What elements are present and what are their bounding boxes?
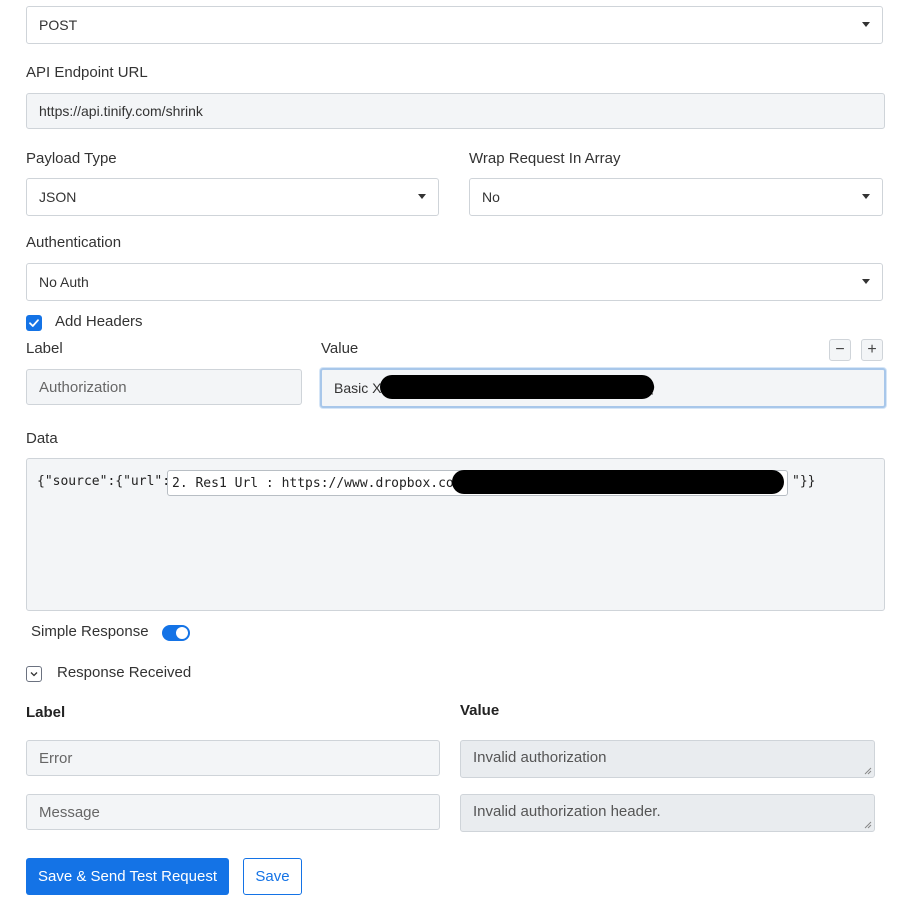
headers-value-column: Value — [321, 340, 359, 357]
plus-icon: + — [867, 341, 877, 358]
response-value-text: Invalid authorization — [473, 748, 607, 766]
wrap-request-label: Wrap Request In Array — [469, 150, 621, 167]
minus-icon: − — [835, 341, 845, 358]
redaction-mark — [452, 470, 784, 494]
response-label-input[interactable]: Message — [26, 794, 440, 830]
authentication-label: Authentication — [26, 234, 122, 251]
endpoint-input[interactable]: https://api.tinify.com/shrink — [26, 93, 885, 129]
response-value-text: Invalid authorization header. — [473, 802, 661, 820]
authentication-value: No Auth — [39, 274, 89, 290]
response-received-toggle[interactable] — [26, 666, 42, 682]
add-headers-label: Add Headers — [55, 313, 143, 330]
response-value-field[interactable]: Invalid authorization header. — [460, 794, 875, 832]
response-value-field[interactable]: Invalid authorization — [460, 740, 875, 778]
chevron-down-icon — [30, 672, 38, 677]
resize-handle-icon — [864, 821, 872, 829]
response-label-input[interactable]: Error — [26, 740, 440, 776]
toggle-knob — [176, 627, 188, 639]
response-value-column: Value — [460, 702, 500, 719]
response-label-column: Label — [26, 704, 66, 721]
payload-type-label: Payload Type — [26, 150, 117, 167]
endpoint-input-value: https://api.tinify.com/shrink — [39, 103, 203, 119]
header-label-value: Authorization — [39, 378, 127, 396]
wrap-request-select[interactable]: No — [469, 178, 883, 216]
payload-type-value: JSON — [39, 189, 77, 205]
headers-label-column: Label — [26, 340, 63, 357]
authentication-select[interactable]: No Auth — [26, 263, 883, 301]
remove-header-button[interactable]: − — [829, 339, 851, 361]
header-label-input[interactable]: Authorization — [26, 369, 302, 405]
chevron-down-icon — [862, 22, 870, 27]
save-label: Save — [255, 868, 290, 885]
add-header-button[interactable]: + — [861, 339, 883, 361]
save-button[interactable]: Save — [243, 858, 302, 895]
chevron-down-icon — [418, 194, 426, 199]
method-select[interactable]: POST — [26, 6, 883, 44]
save-send-label: Save & Send Test Request — [37, 868, 217, 885]
redaction-mark — [380, 375, 654, 399]
data-chip-text: 2. Res1 Url : https://www.dropbox.com/ — [172, 475, 470, 491]
data-label: Data — [26, 430, 58, 447]
method-select-value: POST — [39, 17, 78, 33]
chevron-down-icon — [862, 279, 870, 284]
wrap-request-value: No — [482, 189, 500, 205]
save-send-test-request-button[interactable]: Save & Send Test Request — [26, 858, 229, 895]
payload-type-select[interactable]: JSON — [26, 178, 439, 216]
endpoint-label: API Endpoint URL — [26, 64, 148, 81]
checkmark-icon — [29, 319, 39, 327]
simple-response-toggle[interactable] — [162, 625, 190, 641]
response-received-label: Response Received — [57, 664, 192, 681]
data-prefix: {"source":{"url":" — [37, 474, 178, 489]
response-label-value: Error — [39, 749, 73, 767]
data-suffix: "}} — [792, 474, 816, 489]
simple-response-label: Simple Response — [31, 623, 149, 640]
resize-handle-icon — [864, 767, 872, 775]
header-value-prefix: Basic X — [334, 380, 382, 396]
add-headers-checkbox[interactable] — [26, 315, 42, 331]
chevron-down-icon — [862, 194, 870, 199]
response-label-value: Message — [39, 803, 100, 821]
